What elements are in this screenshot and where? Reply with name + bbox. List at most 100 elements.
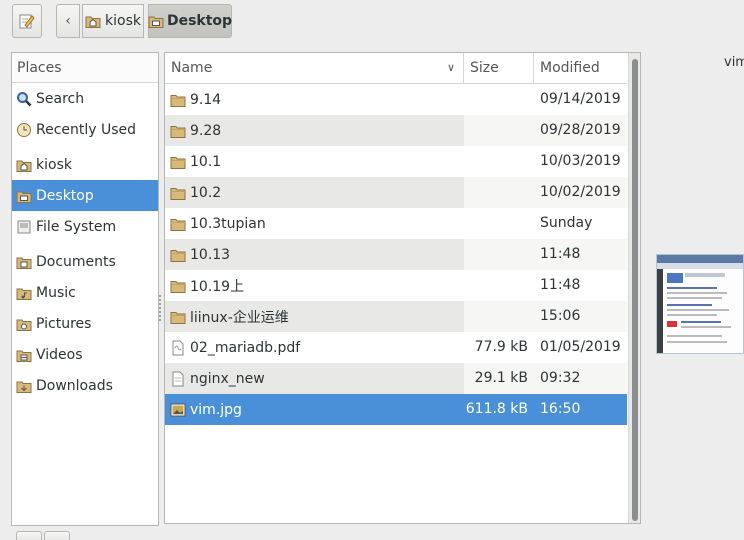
- file-row[interactable]: liinux-企业运维 15:06: [165, 301, 627, 332]
- breadcrumb-label: Desktop: [166, 13, 233, 29]
- edit-location-button[interactable]: [12, 4, 42, 38]
- folder-icon: [170, 154, 186, 170]
- file-name: vim.jpg: [190, 401, 242, 418]
- documents-folder-icon: [16, 254, 32, 270]
- sidebar-item-file-system[interactable]: File System: [12, 211, 158, 242]
- file-size: [464, 115, 534, 146]
- recent-icon: [16, 122, 32, 138]
- file-modified: 10/03/2019: [540, 153, 621, 169]
- sidebar-item-documents[interactable]: Documents: [12, 246, 158, 277]
- file-row[interactable]: 10.3tupian Sunday: [165, 208, 627, 239]
- file-size: [464, 270, 534, 301]
- places-sidebar: Places Search Recently Used kiosk Deskto…: [11, 52, 159, 526]
- path-back-button[interactable]: ‹: [56, 4, 80, 38]
- file-name-cell: 10.3tupian: [165, 208, 464, 239]
- sidebar-item-label: Pictures: [36, 315, 92, 332]
- sidebar-item-label: Downloads: [36, 377, 113, 394]
- file-list: Name ∨ Size Modified 9.14 09/14/2019 9.28 0…: [164, 52, 641, 524]
- folder-icon: [170, 123, 186, 139]
- file-modified: 01/05/2019: [540, 339, 621, 355]
- file-name: 02_mariadb.pdf: [190, 339, 301, 356]
- file-row[interactable]: 9.28 09/28/2019: [165, 115, 627, 146]
- column-header-size[interactable]: Size: [464, 53, 534, 83]
- sidebar-item-pictures[interactable]: Pictures: [12, 308, 158, 339]
- chevron-down-icon: ∨: [446, 61, 455, 74]
- sidebar-item-search[interactable]: Search: [12, 83, 158, 114]
- file-modified: 09/14/2019: [540, 91, 621, 107]
- file-name: 10.19上: [190, 278, 245, 295]
- file-row[interactable]: nginx_new 29.1 kB 09:32: [165, 363, 627, 394]
- file-size: [464, 84, 534, 115]
- file-name: liinux-企业运维: [190, 309, 289, 326]
- desktop-folder-icon: [148, 13, 164, 29]
- sidebar-item-label: File System: [36, 218, 117, 235]
- pane-resize-handle[interactable]: [159, 295, 163, 321]
- pencil-icon: [19, 13, 35, 29]
- file-name: 10.3tupian: [190, 215, 266, 232]
- column-header-modified[interactable]: Modified: [534, 53, 626, 83]
- file-size: 611.8 kB: [465, 401, 528, 417]
- sidebar-item-recently-used[interactable]: Recently Used: [12, 114, 158, 145]
- file-name-cell: 02_mariadb.pdf: [165, 332, 464, 363]
- text-file-icon: [170, 371, 186, 387]
- vertical-scrollbar[interactable]: [628, 53, 640, 523]
- file-modified: 09/28/2019: [540, 122, 621, 138]
- file-name: 9.28: [190, 122, 222, 139]
- file-modified: Sunday: [540, 215, 593, 231]
- search-icon: [16, 91, 32, 107]
- file-row[interactable]: vim.jpg 611.8 kB 16:50: [165, 394, 627, 425]
- file-row[interactable]: 10.19上 11:48: [165, 270, 627, 301]
- downloads-folder-icon: [16, 378, 32, 394]
- sidebar-item-desktop[interactable]: Desktop: [12, 180, 158, 211]
- file-row[interactable]: 10.2 10/02/2019: [165, 177, 627, 208]
- file-size: 77.9 kB: [474, 339, 528, 355]
- folder-icon: [170, 92, 186, 108]
- file-name-cell: 10.2: [165, 177, 464, 208]
- folder-icon: [170, 185, 186, 201]
- file-modified: 11:48: [540, 277, 581, 293]
- sidebar-item-label: Recently Used: [36, 121, 137, 138]
- file-modified: 16:50: [540, 401, 581, 417]
- file-name: 10.2: [190, 184, 222, 201]
- file-row[interactable]: 02_mariadb.pdf 77.9 kB 01/05/2019: [165, 332, 627, 363]
- pictures-folder-icon: [16, 316, 32, 332]
- file-size: 29.1 kB: [474, 370, 528, 386]
- file-size: [464, 177, 534, 208]
- file-row[interactable]: 10.1 10/03/2019: [165, 146, 627, 177]
- file-size: [464, 239, 534, 270]
- sidebar-item-music[interactable]: Music: [12, 277, 158, 308]
- home-folder-icon: [16, 157, 32, 173]
- sidebar-item-label: kiosk: [36, 156, 72, 173]
- file-row[interactable]: 9.14 09/14/2019: [165, 84, 627, 115]
- places-header: Places: [12, 53, 158, 83]
- remove-bookmark-button[interactable]: [44, 531, 70, 540]
- sidebar-item-downloads[interactable]: Downloads: [12, 370, 158, 401]
- file-size: [464, 208, 534, 239]
- folder-icon: [170, 309, 186, 325]
- file-modified: 10/02/2019: [540, 184, 621, 200]
- sidebar-item-label: Music: [36, 284, 76, 301]
- breadcrumb-desktop[interactable]: Desktop: [148, 4, 232, 38]
- breadcrumb-kiosk[interactable]: kiosk: [82, 4, 144, 38]
- file-name: 10.13: [190, 246, 231, 263]
- file-size: [464, 301, 534, 332]
- breadcrumb-label: kiosk: [105, 13, 141, 29]
- sidebar-item-label: Documents: [36, 253, 116, 270]
- desktop-folder-icon: [16, 188, 32, 204]
- sidebar-item-label: Videos: [36, 346, 83, 363]
- file-row[interactable]: 10.13 11:48: [165, 239, 627, 270]
- column-header-name[interactable]: Name ∨: [165, 53, 464, 83]
- image-file-icon: [170, 402, 186, 418]
- folder-icon: [170, 278, 186, 294]
- scrollbar-thumb[interactable]: [632, 59, 638, 521]
- preview-filename: vim.jpg: [724, 55, 744, 70]
- sidebar-item-label: Search: [36, 90, 85, 107]
- videos-folder-icon: [16, 347, 32, 363]
- sidebar-item-videos[interactable]: Videos: [12, 339, 158, 370]
- file-name-cell: vim.jpg: [165, 394, 464, 425]
- file-name-cell: 9.28: [165, 115, 464, 146]
- add-bookmark-button[interactable]: [16, 531, 42, 540]
- file-modified: 15:06: [540, 308, 581, 324]
- sidebar-item-kiosk[interactable]: kiosk: [12, 149, 158, 180]
- file-name-cell: nginx_new: [165, 363, 464, 394]
